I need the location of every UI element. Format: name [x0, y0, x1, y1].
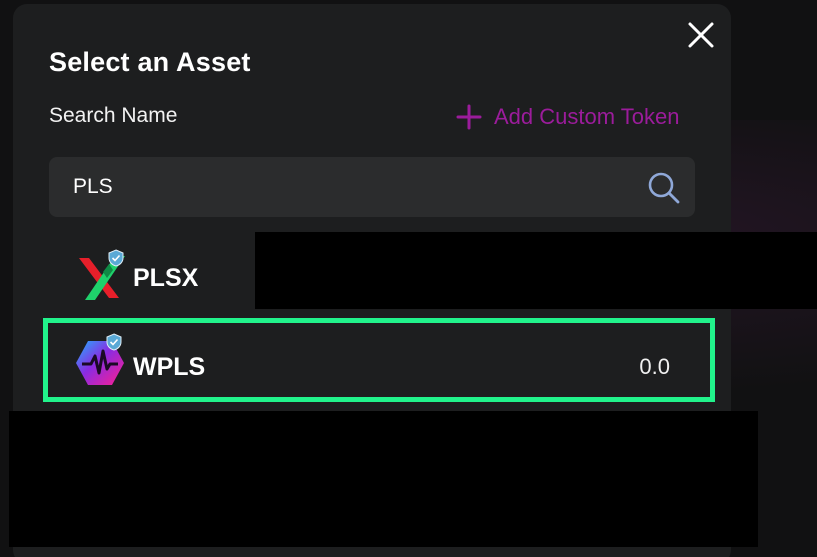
- search-box: [49, 157, 695, 217]
- modal-title: Select an Asset: [49, 47, 251, 77]
- token-row-wpls[interactable]: WPLS 0.0: [43, 318, 715, 402]
- close-icon: [688, 22, 714, 48]
- search-name-label: Search Name: [49, 104, 178, 127]
- verified-badge-icon: [106, 333, 122, 351]
- redacted-block: [255, 232, 817, 309]
- plus-icon: [456, 104, 482, 130]
- redacted-block: [9, 411, 758, 547]
- token-balance: 0.0: [639, 354, 670, 379]
- add-custom-token-label: Add Custom Token: [494, 104, 680, 129]
- verified-badge-icon: [108, 249, 124, 267]
- search-input[interactable]: [49, 157, 629, 217]
- search-icon[interactable]: [647, 171, 681, 205]
- token-symbol: WPLS: [133, 353, 206, 381]
- add-custom-token-button[interactable]: Add Custom Token: [456, 103, 679, 131]
- token-symbol: PLSX: [133, 264, 199, 292]
- close-button[interactable]: [682, 16, 720, 54]
